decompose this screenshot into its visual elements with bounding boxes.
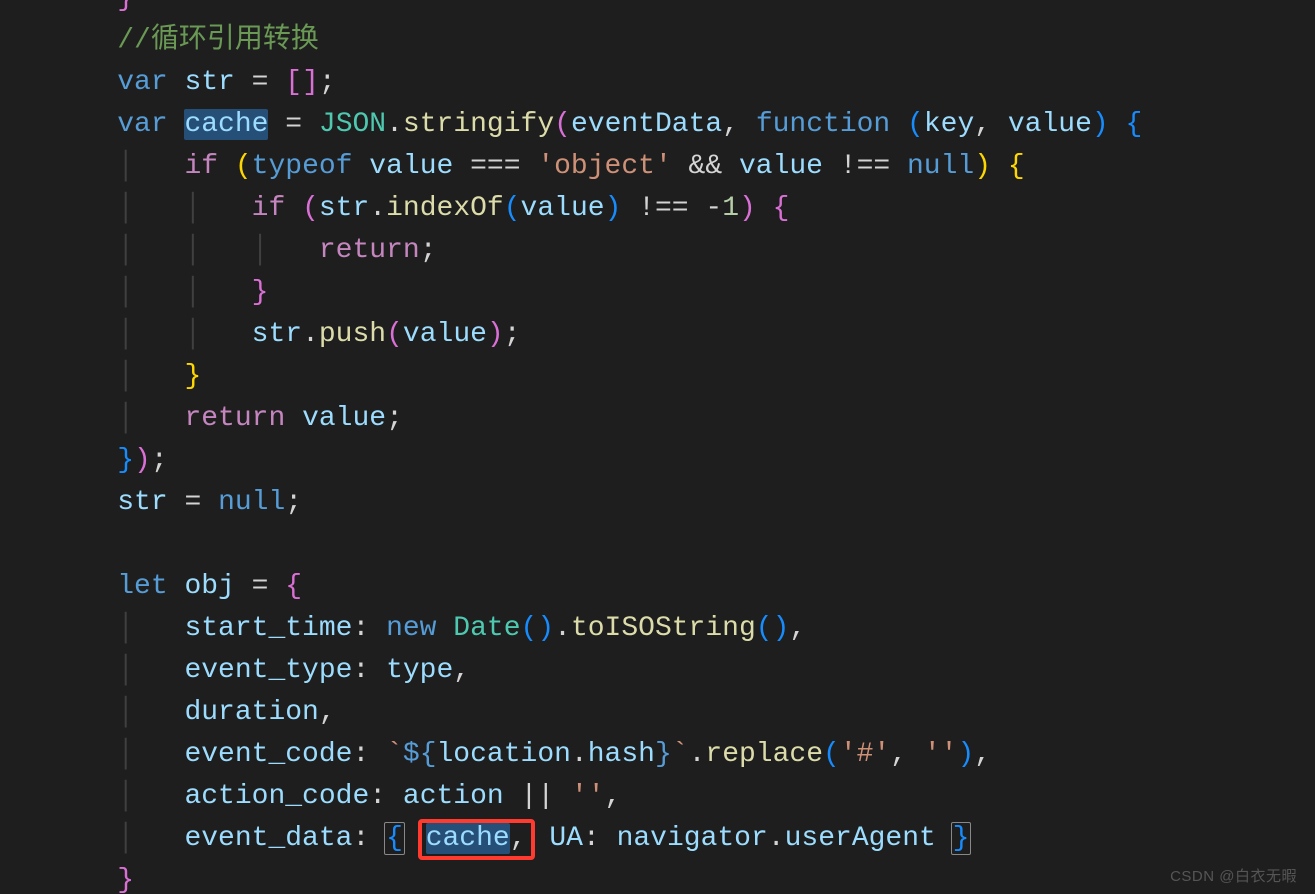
json-class: JSON bbox=[319, 109, 386, 140]
prop-duration: duration bbox=[184, 697, 318, 728]
stringify-fn: stringify bbox=[403, 109, 554, 140]
return-keyword: return bbox=[319, 235, 420, 266]
highlight-red-box: cache, bbox=[418, 819, 535, 860]
function-keyword: function bbox=[756, 109, 907, 140]
push-fn: push bbox=[319, 319, 386, 350]
brace-close: } bbox=[117, 0, 134, 14]
indexof-fn: indexOf bbox=[386, 193, 504, 224]
var-str: str bbox=[184, 67, 234, 98]
let-keyword: let bbox=[117, 571, 184, 602]
typeof-keyword: typeof bbox=[252, 151, 370, 182]
prop-start-time: start_time bbox=[184, 613, 352, 644]
var-cache-selected: cache bbox=[426, 823, 510, 854]
prop-event-data: event_data bbox=[184, 823, 352, 854]
var-cache-selected: cache bbox=[184, 109, 268, 140]
comment-line: //循环引用转换 bbox=[117, 25, 319, 56]
var-keyword: var bbox=[117, 109, 167, 140]
brace-close-matched: } bbox=[951, 822, 972, 855]
prop-action-code: action_code bbox=[184, 781, 369, 812]
var-keyword: var bbox=[117, 67, 167, 98]
brace-open-matched: { bbox=[384, 822, 405, 855]
date-class: Date bbox=[453, 613, 520, 644]
toisostring-fn: toISOString bbox=[571, 613, 756, 644]
code-editor[interactable]: } //循环引用转换 var str = []; var cache = JSO… bbox=[0, 0, 1315, 894]
prop-event-code: event_code bbox=[184, 739, 352, 770]
if-keyword: if bbox=[252, 193, 302, 224]
replace-fn: replace bbox=[705, 739, 823, 770]
return-keyword: return bbox=[184, 403, 302, 434]
if-keyword: if bbox=[184, 151, 234, 182]
var-obj: obj bbox=[184, 571, 234, 602]
watermark-text: CSDN @白衣无暇 bbox=[1170, 865, 1297, 886]
prop-event-type: event_type bbox=[184, 655, 352, 686]
